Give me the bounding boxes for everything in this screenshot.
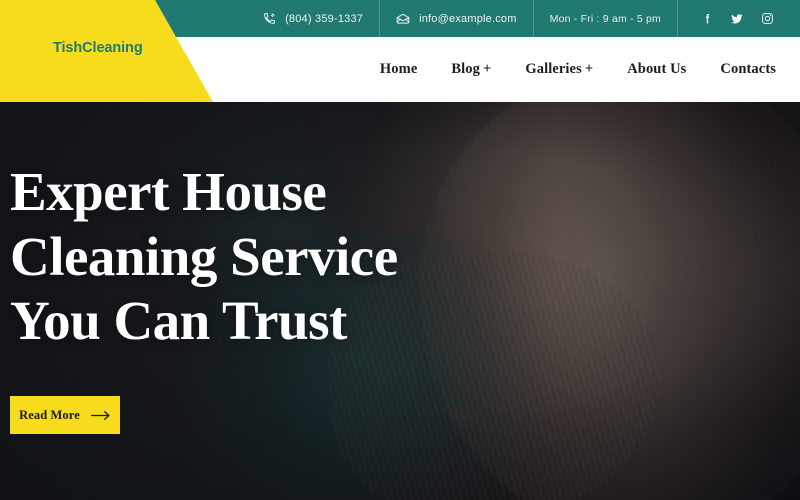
phone-icon [263, 12, 276, 25]
phone-link[interactable]: (804) 359-1337 [247, 0, 381, 37]
nav-item-about-us[interactable]: About Us [627, 61, 686, 78]
hero-title-line-1: Expert House [10, 160, 327, 222]
site-header: (804) 359-1337 info@example.com Mon - Fr… [0, 0, 800, 102]
nav-item-galleries-plus-icon: + [584, 61, 594, 77]
nav-item-contacts-label: Contacts [720, 61, 776, 77]
hero-section: Expert House Cleaning Service You Can Tr… [0, 102, 800, 500]
instagram-icon[interactable] [756, 8, 778, 30]
email-address: info@example.com [419, 12, 517, 25]
top-contact-bar-inner: (804) 359-1337 info@example.com Mon - Fr… [247, 0, 800, 37]
nav-item-blog-label: Blog [451, 61, 480, 77]
envelope-icon [396, 12, 410, 26]
nav-item-about-us-label: About Us [627, 61, 687, 77]
nav-item-galleries[interactable]: Galleries + [525, 61, 593, 78]
hero-title-line-2: Cleaning Service [10, 225, 398, 287]
read-more-button[interactable]: Read More [10, 396, 120, 435]
hero-content: Expert House Cleaning Service You Can Tr… [0, 102, 800, 500]
nav-item-contacts[interactable]: Contacts [720, 61, 776, 78]
social-links [678, 0, 782, 37]
nav-item-home[interactable]: Home [380, 61, 417, 78]
landing-page: (804) 359-1337 info@example.com Mon - Fr… [0, 0, 800, 500]
nav-item-blog-plus-icon: + [482, 61, 492, 77]
email-link[interactable]: info@example.com [380, 0, 534, 37]
phone-number: (804) 359-1337 [285, 12, 364, 25]
read-more-button-label: Read More [19, 407, 80, 422]
facebook-icon[interactable] [696, 8, 718, 30]
arrow-right-icon [90, 410, 111, 421]
hero-title-line-3: You Can Trust [10, 290, 347, 352]
nav-item-galleries-label: Galleries [525, 61, 582, 77]
working-hours: Mon - Fri : 9 am - 5 pm [534, 0, 678, 37]
twitter-icon[interactable] [726, 8, 748, 30]
hero-title: Expert House Cleaning Service You Can Tr… [10, 160, 800, 355]
nav-item-blog[interactable]: Blog + [451, 61, 491, 78]
nav-item-home-label: Home [379, 61, 418, 77]
working-hours-text: Mon - Fri : 9 am - 5 pm [549, 12, 661, 25]
main-navigation: Home Blog + Galleries + About Us Contacts [0, 37, 800, 102]
